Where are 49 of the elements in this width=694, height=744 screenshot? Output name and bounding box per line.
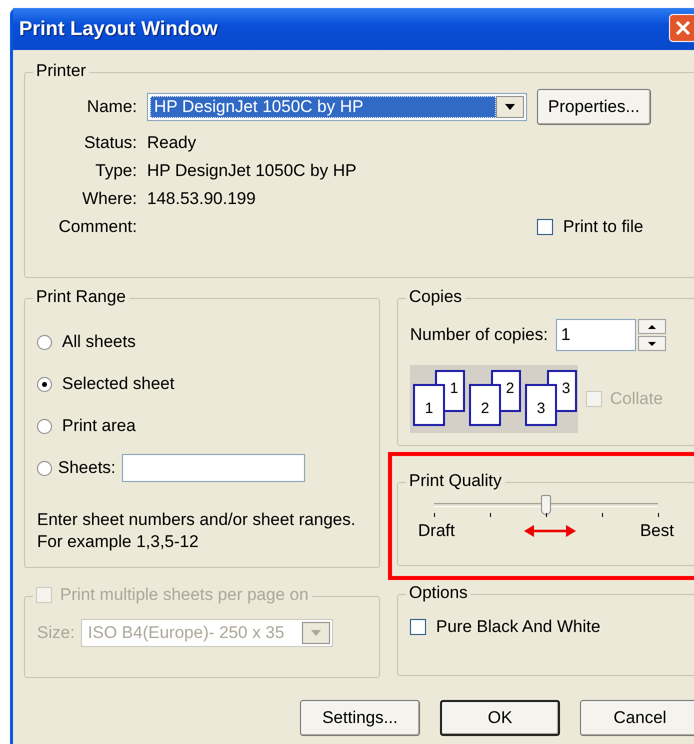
field-label: Status: xyxy=(83,133,138,153)
group-title: Options xyxy=(409,583,468,603)
radio-label: Print area xyxy=(62,416,136,436)
properties-button[interactable]: Properties... xyxy=(537,89,651,125)
scale-label: Best xyxy=(640,521,674,541)
dropdown-arrow-icon[interactable] xyxy=(505,104,515,110)
field-value: 148.53.90.199 xyxy=(147,189,257,209)
checkbox-label: Collate xyxy=(610,389,663,409)
printer-select[interactable]: HP DesignJet 1050C by HP xyxy=(147,93,527,121)
checkbox-label: Print to file xyxy=(563,217,644,237)
dialog-button[interactable]: Settings... xyxy=(300,700,420,736)
hint-text: Enter sheet numbers and/or sheet ranges. For example 1,3,5-12 xyxy=(37,509,356,553)
spin-up-icon[interactable] xyxy=(638,319,666,334)
sheets-input-field[interactable] xyxy=(122,454,305,482)
field-label: Number of copies: xyxy=(410,325,548,345)
close-icon[interactable] xyxy=(669,14,694,42)
radio-button[interactable] xyxy=(37,418,52,434)
window-title: Print Layout Window xyxy=(19,18,218,40)
field-label: Where: xyxy=(81,189,138,209)
radio-label: Sheets: xyxy=(58,458,116,478)
group-title: Print Quality xyxy=(409,471,502,491)
field-label: Comment: xyxy=(58,217,138,237)
checkbox[interactable] xyxy=(537,219,553,235)
checkbox-label: Print multiple sheets per page on xyxy=(60,585,309,605)
field-value: Ready xyxy=(147,133,198,153)
group-title: Printer xyxy=(36,61,86,81)
checkbox-label: Pure Black And White xyxy=(436,617,600,637)
copies-input-field[interactable]: 1 xyxy=(556,319,636,351)
double-arrow-icon xyxy=(524,524,576,538)
scale-label: Draft xyxy=(418,521,455,541)
spin-down-icon[interactable] xyxy=(638,336,666,351)
field-label: Name: xyxy=(86,97,138,117)
group-title: Copies xyxy=(409,287,462,307)
dialog-button[interactable]: Cancel xyxy=(580,700,694,736)
ok-button[interactable]: OK xyxy=(440,700,560,736)
field-label: Type: xyxy=(94,161,138,181)
selected-value: HP DesignJet 1050C by HP xyxy=(150,96,496,118)
group-title: Print Range xyxy=(36,287,126,307)
radio-button[interactable] xyxy=(37,460,52,476)
field-label: Size: xyxy=(37,623,75,643)
radio-label: All sheets xyxy=(62,332,136,352)
radio-button[interactable] xyxy=(37,376,52,392)
radio-button[interactable] xyxy=(37,334,52,350)
checkbox[interactable] xyxy=(410,619,426,635)
radio-label: Selected sheet xyxy=(62,374,174,394)
field-value: HP DesignJet 1050C by HP xyxy=(147,161,358,181)
slider-thumb[interactable] xyxy=(541,495,551,515)
collate-pages-drawing: 1 1 2 2 3 3 xyxy=(410,365,578,433)
quality-slider[interactable] xyxy=(434,495,658,515)
